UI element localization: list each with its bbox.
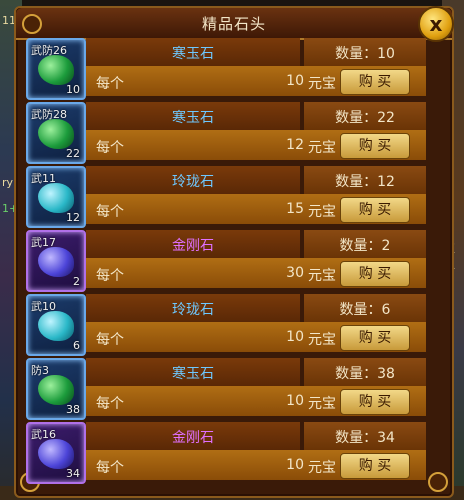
- stone-stat: 武防26: [31, 44, 67, 57]
- quantity-label: 数量：38: [335, 366, 395, 382]
- stone-stat: 武防28: [31, 108, 67, 121]
- per-item-label: 每个: [96, 76, 124, 92]
- stone-slot[interactable]: 武防26 10: [26, 38, 86, 100]
- per-item-label: 每个: [96, 140, 124, 156]
- stone-stat: 武11: [31, 172, 56, 185]
- buy-button[interactable]: 购 买: [340, 133, 410, 159]
- stone-stat: 防3: [31, 364, 49, 377]
- stone-name: 寒玉石: [172, 46, 214, 62]
- buy-button[interactable]: 购 买: [340, 453, 410, 479]
- quantity-label: 数量：10: [335, 46, 395, 62]
- stone-gem-icon: [38, 119, 74, 149]
- quantity-label: 数量：6: [339, 302, 391, 318]
- stone-gem-icon: [38, 55, 74, 85]
- list-item: 武16 34 金刚石 数量：34 每个 10 元宝购 买: [26, 420, 426, 484]
- buy-button[interactable]: 购 买: [340, 261, 410, 287]
- stone-count: 22: [66, 147, 80, 160]
- list-item: 武10 6 玲珑石 数量：6 每个 10 元宝购 买: [26, 292, 426, 356]
- background-text: ry: [2, 176, 14, 189]
- buy-button[interactable]: 购 买: [340, 389, 410, 415]
- currency-unit: 元宝: [308, 396, 336, 412]
- currency-unit: 元宝: [308, 268, 336, 284]
- list-item: 武防26 10 寒玉石 数量：10 每个 10 元宝购 买: [26, 36, 426, 100]
- buy-button[interactable]: 购 买: [340, 325, 410, 351]
- stone-name: 金刚石: [172, 430, 214, 446]
- price-value: 10: [286, 73, 304, 89]
- price-value: 30: [286, 265, 304, 281]
- stone-count: 34: [66, 467, 80, 480]
- quantity-label: 数量：22: [335, 110, 395, 126]
- stone-count: 10: [66, 83, 80, 96]
- stone-slot[interactable]: 武防28 22: [26, 102, 86, 164]
- per-item-label: 每个: [96, 332, 124, 348]
- stone-count: 2: [73, 275, 80, 288]
- stone-gem-icon: [38, 375, 74, 405]
- price-value: 15: [286, 201, 304, 217]
- stone-gem-icon: [38, 183, 74, 213]
- stone-slot[interactable]: 武11 12: [26, 166, 86, 228]
- price-value: 12: [286, 137, 304, 153]
- list-item: 武11 12 玲珑石 数量：12 每个 15 元宝购 买: [26, 164, 426, 228]
- window-title: 精品石头: [201, 15, 266, 33]
- list-item: 武防28 22 寒玉石 数量：22 每个 12 元宝购 买: [26, 100, 426, 164]
- price-value: 10: [286, 329, 304, 345]
- stone-gem-icon: [38, 311, 74, 341]
- stone-name: 玲珑石: [172, 302, 214, 318]
- currency-unit: 元宝: [308, 460, 336, 476]
- stone-slot[interactable]: 武10 6: [26, 294, 86, 356]
- price-value: 10: [286, 393, 304, 409]
- currency-unit: 元宝: [308, 140, 336, 156]
- stone-gem-icon: [38, 247, 74, 277]
- currency-unit: 元宝: [308, 76, 336, 92]
- quantity-label: 数量：12: [335, 174, 395, 190]
- stone-count: 12: [66, 211, 80, 224]
- stone-slot[interactable]: 武16 34: [26, 422, 86, 484]
- per-item-label: 每个: [96, 268, 124, 284]
- stone-stat: 武17: [31, 236, 56, 249]
- stone-name: 寒玉石: [172, 366, 214, 382]
- buy-button[interactable]: 购 买: [340, 69, 410, 95]
- stone-name: 金刚石: [172, 238, 214, 254]
- per-item-label: 每个: [96, 396, 124, 412]
- list-item: 防3 38 寒玉石 数量：38 每个 10 元宝购 买: [26, 356, 426, 420]
- stone-name: 玲珑石: [172, 174, 214, 190]
- stone-stat: 武10: [31, 300, 56, 313]
- stone-slot[interactable]: 防3 38: [26, 358, 86, 420]
- buy-button[interactable]: 购 买: [340, 197, 410, 223]
- per-item-label: 每个: [96, 204, 124, 220]
- stone-gem-icon: [38, 439, 74, 469]
- price-value: 10: [286, 457, 304, 473]
- per-item-label: 每个: [96, 460, 124, 476]
- currency-unit: 元宝: [308, 332, 336, 348]
- close-icon: x: [429, 12, 443, 36]
- currency-unit: 元宝: [308, 204, 336, 220]
- stone-count: 38: [66, 403, 80, 416]
- stone-name: 寒玉石: [172, 110, 214, 126]
- stone-count: 6: [73, 339, 80, 352]
- quantity-label: 数量：34: [335, 430, 395, 446]
- quantity-label: 数量：2: [339, 238, 391, 254]
- list-item: 武17 2 金刚石 数量：2 每个 30 元宝购 买: [26, 228, 426, 292]
- stone-slot[interactable]: 武17 2: [26, 230, 86, 292]
- ornament-icon: [428, 472, 448, 492]
- stone-stat: 武16: [31, 428, 56, 441]
